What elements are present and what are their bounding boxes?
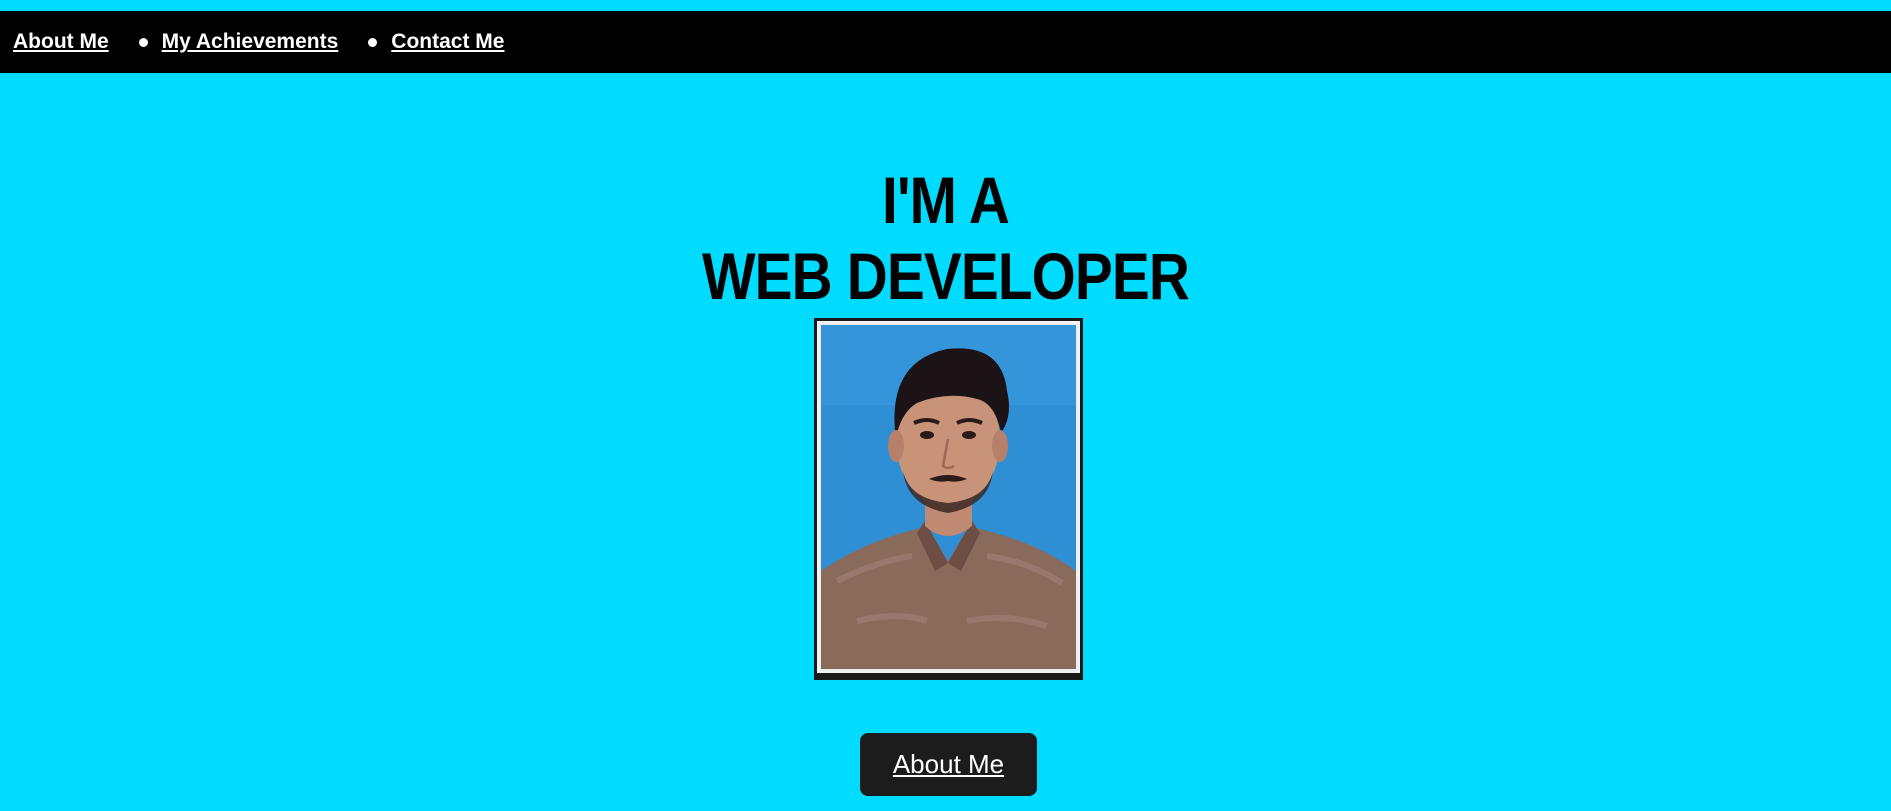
hero-heading: I'M A WEB DEVELOPER [132,162,1758,314]
top-strip [0,0,1891,11]
hero-heading-line-1: I'M A [882,163,1010,238]
person-portrait-icon [817,321,1080,673]
profile-photo [817,321,1080,673]
nav-item-about: About Me [13,30,109,54]
hero-heading-line-2: WEB DEVELOPER [701,239,1190,314]
bullet-icon [368,37,378,47]
navbar: About Me My Achievements Contact Me [0,11,1891,73]
nav-item-achievements: My Achievements [109,30,339,54]
profile-photo-frame [814,318,1083,680]
nav-link-my-achievements[interactable]: My Achievements [162,30,339,54]
nav-item-contact: Contact Me [338,30,504,54]
nav-link-about-me[interactable]: About Me [13,30,109,54]
nav-link-contact-me[interactable]: Contact Me [391,30,504,54]
nav-list: About Me My Achievements Contact Me [0,30,504,54]
bullet-icon [138,37,148,47]
about-me-button[interactable]: About Me [860,733,1037,796]
